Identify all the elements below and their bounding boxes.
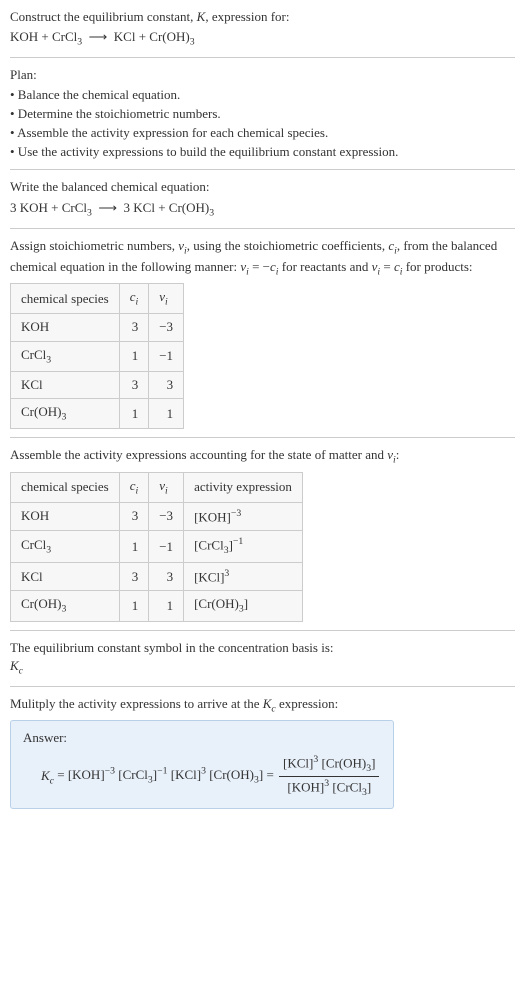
table-row: Cr(OH)3 1 1 (11, 399, 184, 429)
table-cell: CrCl3 (11, 531, 120, 563)
divider (10, 169, 515, 170)
page-title: Construct the equilibrium constant, K, e… (10, 8, 515, 26)
answer-label: Answer: (23, 729, 381, 747)
plan-item: • Use the activity expressions to build … (10, 143, 515, 161)
answer-box: Answer: Kc = [KOH]−3 [CrCl3]−1 [KCl]3 [C… (10, 720, 394, 808)
table-cell: 1 (119, 531, 149, 563)
table-row: KOH 3 −3 (11, 314, 184, 341)
table-cell: 3 (119, 562, 149, 591)
table-cell: CrCl3 (11, 341, 120, 371)
kc-symbol-label: The equilibrium constant symbol in the c… (10, 639, 515, 657)
table-header: ci (119, 472, 149, 502)
balanced-label: Write the balanced chemical equation: (10, 178, 515, 196)
plan-item: • Determine the stoichiometric numbers. (10, 105, 515, 123)
multiply-label: Mulitply the activity expressions to arr… (10, 695, 515, 716)
table-cell: 1 (119, 399, 149, 429)
table-header: chemical species (11, 284, 120, 314)
table-row: KCl 3 3 [KCl]3 (11, 562, 303, 591)
table-cell: KCl (11, 371, 120, 398)
divider (10, 57, 515, 58)
table-row: KOH 3 −3 [KOH]−3 (11, 502, 303, 531)
divider (10, 228, 515, 229)
table-cell: 3 (119, 314, 149, 341)
divider (10, 686, 515, 687)
table-cell: KOH (11, 502, 120, 531)
table-row: KCl 3 3 (11, 371, 184, 398)
table-cell: 3 (119, 371, 149, 398)
plan-item: • Assemble the activity expression for e… (10, 124, 515, 142)
answer-expression: Kc = [KOH]−3 [CrCl3]−1 [KCl]3 [Cr(OH)3] … (23, 753, 381, 799)
table-row: Cr(OH)3 1 1 [Cr(OH)3] (11, 591, 303, 621)
stoich-table: chemical species ci νi KOH 3 −3 CrCl3 1 … (10, 283, 184, 429)
table-cell: [Cr(OH)3] (184, 591, 303, 621)
table-row: CrCl3 1 −1 (11, 341, 184, 371)
table-cell: −1 (149, 341, 184, 371)
table-cell: Cr(OH)3 (11, 591, 120, 621)
table-cell: KOH (11, 314, 120, 341)
table-cell: −3 (149, 502, 184, 531)
table-cell: [KCl]3 (184, 562, 303, 591)
table-header: νi (149, 472, 184, 502)
table-cell: 1 (149, 591, 184, 621)
plan-item: • Balance the chemical equation. (10, 86, 515, 104)
table-cell: [CrCl3]−1 (184, 531, 303, 563)
table-cell: 3 (149, 562, 184, 591)
activity-table: chemical species ci νi activity expressi… (10, 472, 303, 622)
table-cell: [KOH]−3 (184, 502, 303, 531)
activity-intro: Assemble the activity expressions accoun… (10, 446, 515, 467)
plan-label: Plan: (10, 66, 515, 84)
table-cell: 1 (119, 591, 149, 621)
table-cell: Cr(OH)3 (11, 399, 120, 429)
table-header: activity expression (184, 472, 303, 502)
balanced-equation: 3 KOH + CrCl3 ⟶ 3 KCl + Cr(OH)3 (10, 199, 515, 220)
stoich-intro: Assign stoichiometric numbers, νi, using… (10, 237, 515, 279)
unbalanced-equation: KOH + CrCl3 ⟶ KCl + Cr(OH)3 (10, 28, 515, 49)
divider (10, 630, 515, 631)
table-header: ci (119, 284, 149, 314)
table-header: chemical species (11, 472, 120, 502)
table-cell: −3 (149, 314, 184, 341)
table-cell: 1 (149, 399, 184, 429)
table-row: CrCl3 1 −1 [CrCl3]−1 (11, 531, 303, 563)
table-cell: 3 (149, 371, 184, 398)
table-cell: 3 (119, 502, 149, 531)
table-cell: 1 (119, 341, 149, 371)
table-header: νi (149, 284, 184, 314)
table-cell: KCl (11, 562, 120, 591)
divider (10, 437, 515, 438)
kc-symbol: Kc (10, 657, 515, 678)
table-cell: −1 (149, 531, 184, 563)
